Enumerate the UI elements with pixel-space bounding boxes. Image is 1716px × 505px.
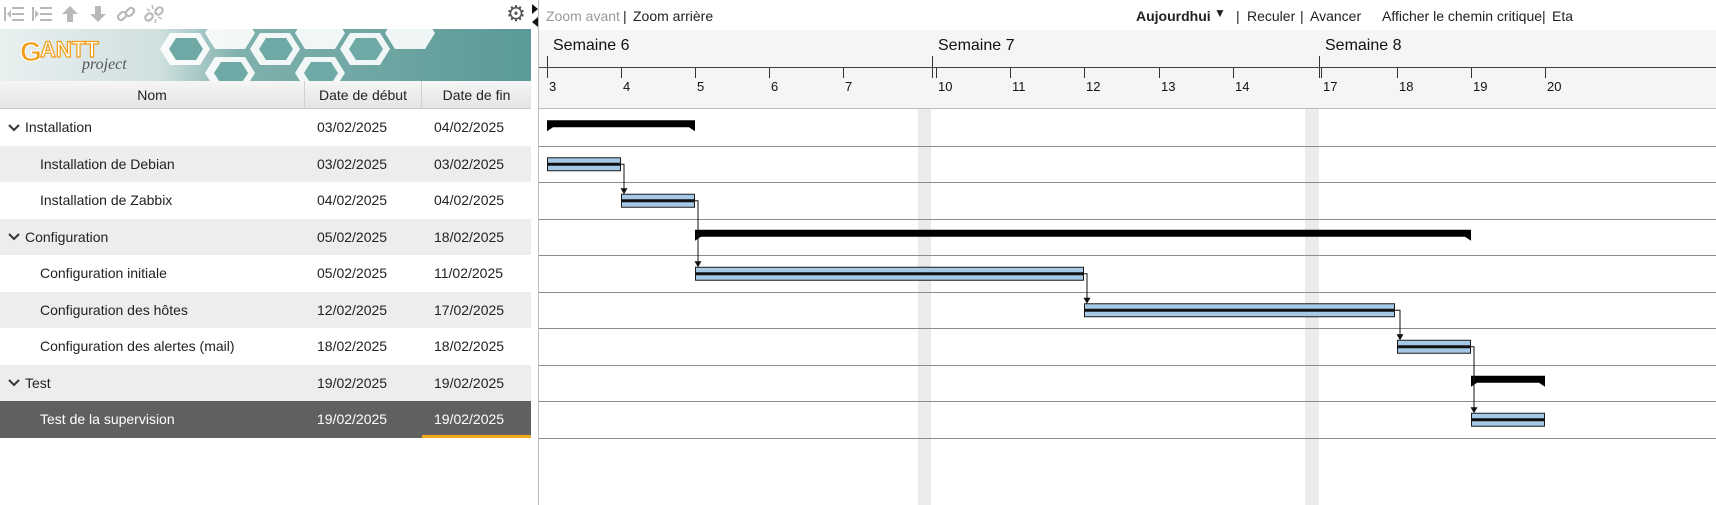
- gantt-chart-panel: Zoom avant | Zoom arrière Aujourdhui ▼ |…: [539, 0, 1716, 505]
- summary-bar[interactable]: [547, 120, 695, 132]
- task-name[interactable]: Installation de Debian: [40, 146, 175, 183]
- task-bar-progress[interactable]: [547, 162, 621, 166]
- task-table-panel: ⚙ G ANTT project Nom Date de début Date …: [0, 0, 531, 505]
- task-bar-progress[interactable]: [695, 272, 1084, 276]
- task-end-date[interactable]: 19/02/2025: [434, 401, 504, 438]
- collapse-arrows-icon[interactable]: [531, 4, 539, 34]
- task-name[interactable]: Configuration des alertes (mail): [40, 328, 235, 365]
- task-table-header: Nom Date de début Date de fin: [0, 81, 531, 109]
- task-row[interactable]: Installation de Debian 03/02/2025 03/02/20…: [0, 145, 531, 183]
- link-icon[interactable]: [116, 4, 136, 24]
- dependency-arrowhead: [620, 188, 628, 195]
- chevron-down-icon[interactable]: [8, 109, 20, 146]
- summary-bar[interactable]: [1471, 375, 1545, 387]
- task-row[interactable]: Installation de Zabbix 04/02/2025 04/02/20…: [0, 182, 531, 219]
- task-end-date[interactable]: 18/02/2025: [434, 219, 504, 256]
- cell-edit-indicator: [422, 434, 531, 438]
- gantt-project-logo-banner: G ANTT project: [0, 29, 531, 81]
- indent-icon[interactable]: [32, 4, 52, 24]
- task-name[interactable]: Configuration initiale: [40, 255, 167, 292]
- task-start-date[interactable]: 05/02/2025: [317, 255, 387, 292]
- task-end-date[interactable]: 19/02/2025: [434, 365, 504, 402]
- task-end-date[interactable]: 11/02/2025: [434, 255, 503, 292]
- task-start-date[interactable]: 05/02/2025: [317, 219, 387, 256]
- unlink-icon[interactable]: [144, 4, 164, 24]
- task-end-date[interactable]: 04/02/2025: [434, 182, 504, 219]
- dependency-arrow: [621, 163, 625, 190]
- move-down-icon[interactable]: [88, 4, 108, 24]
- dependency-arrow: [1395, 309, 1401, 336]
- task-table-body: Installation 03/02/2025 04/02/2025 Installa…: [0, 109, 531, 438]
- column-header-start-date[interactable]: Date de début: [305, 81, 422, 109]
- weekend-band: [918, 109, 931, 505]
- task-start-date[interactable]: 03/02/2025: [317, 146, 387, 183]
- svg-text:project: project: [81, 56, 127, 73]
- task-toolbar: ⚙: [0, 0, 531, 28]
- task-row[interactable]: Test de la supervision 19/02/2025 19/02/20…: [0, 401, 531, 438]
- task-name[interactable]: Test de la supervision: [40, 401, 175, 438]
- task-end-date[interactable]: 17/02/2025: [434, 292, 504, 329]
- task-end-date[interactable]: 03/02/2025: [434, 146, 504, 183]
- task-bar-progress[interactable]: [1397, 345, 1471, 349]
- dependency-arrowhead: [1083, 297, 1091, 304]
- column-header-name[interactable]: Nom: [0, 81, 305, 109]
- task-start-date[interactable]: 04/02/2025: [317, 182, 387, 219]
- svg-text:G: G: [20, 36, 42, 67]
- logo-graphic: G ANTT project: [0, 29, 531, 81]
- task-group-row[interactable]: Installation 03/02/2025 04/02/2025: [0, 109, 531, 146]
- task-start-date[interactable]: 18/02/2025: [317, 328, 387, 365]
- task-name[interactable]: Installation de Zabbix: [40, 182, 172, 219]
- task-name[interactable]: Test: [25, 365, 51, 402]
- task-bar-progress[interactable]: [1471, 418, 1545, 422]
- task-start-date[interactable]: 19/02/2025: [317, 401, 387, 438]
- task-end-date[interactable]: 18/02/2025: [434, 328, 504, 365]
- task-start-date[interactable]: 12/02/2025: [317, 292, 387, 329]
- task-name[interactable]: Configuration des hôtes: [40, 292, 188, 329]
- task-row[interactable]: Configuration des hôtes 12/02/2025 17/02/2…: [0, 291, 531, 329]
- chevron-down-icon[interactable]: [8, 219, 20, 256]
- summary-bar[interactable]: [695, 229, 1471, 241]
- task-row[interactable]: Configuration des alertes (mail) 18/02/20…: [0, 328, 531, 365]
- task-end-date[interactable]: 04/02/2025: [434, 109, 504, 146]
- gear-icon[interactable]: ⚙: [506, 3, 526, 25]
- dependency-arrowhead: [1470, 407, 1478, 414]
- move-up-icon[interactable]: [60, 4, 80, 24]
- task-name[interactable]: Configuration: [25, 219, 108, 256]
- task-group-row[interactable]: Test 19/02/2025 19/02/2025: [0, 364, 531, 402]
- dependency-arrow: [1084, 273, 1088, 299]
- task-start-date[interactable]: 03/02/2025: [317, 109, 387, 146]
- dependency-arrowhead: [1396, 334, 1404, 341]
- panel-splitter[interactable]: [531, 0, 539, 505]
- task-bar-progress[interactable]: [1084, 308, 1395, 312]
- task-bar-progress[interactable]: [621, 199, 695, 203]
- task-row[interactable]: Configuration initiale 05/02/2025 11/02/20…: [0, 255, 531, 292]
- task-group-row[interactable]: Configuration 05/02/2025 18/02/2025: [0, 218, 531, 256]
- chevron-down-icon[interactable]: [8, 365, 20, 402]
- task-start-date[interactable]: 19/02/2025: [317, 365, 387, 402]
- column-header-end-date[interactable]: Date de fin: [422, 81, 531, 109]
- unindent-icon[interactable]: [4, 4, 24, 24]
- task-name[interactable]: Installation: [25, 109, 92, 146]
- dependency-arrowhead: [694, 261, 702, 268]
- gantt-chart-canvas: [539, 109, 1716, 505]
